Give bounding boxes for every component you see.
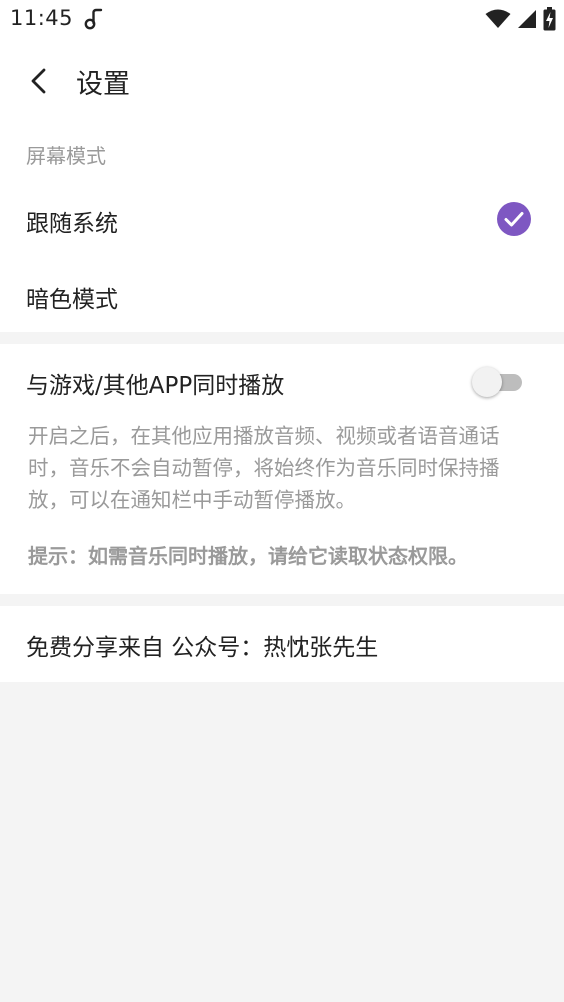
option-label: 跟随系统 [26, 211, 118, 237]
share-section[interactable]: 免费分享来自 公众号：热忱张先生 [0, 606, 564, 682]
cellular-signal-icon [518, 10, 536, 28]
check-circle-icon [497, 202, 531, 236]
option-dark-mode[interactable]: 暗色模式 [0, 260, 564, 330]
toggle-thumb [472, 367, 502, 397]
option-label: 暗色模式 [26, 287, 118, 313]
play-with-others-toggle[interactable] [472, 366, 522, 398]
status-icons [485, 7, 556, 31]
play-with-others-hint: 提示：如需音乐同时播放，请给它读取状态权限。 [28, 544, 468, 568]
battery-charging-icon [543, 7, 556, 31]
page-title: 设置 [76, 69, 130, 100]
status-time: 11:45 [10, 6, 74, 30]
play-with-others-label: 与游戏/其他APP同时播放 [26, 373, 285, 399]
share-text: 免费分享来自 公众号：热忱张先生 [26, 635, 379, 661]
play-with-others-section: 与游戏/其他APP同时播放 开启之后，在其他应用播放音频、视频或者语音通话时，音… [0, 344, 564, 594]
status-bar: 11:45 [0, 0, 564, 40]
music-note-icon [84, 8, 103, 30]
wifi-icon [485, 9, 511, 28]
app-bar: 设置 [0, 40, 564, 126]
back-arrow-icon[interactable] [24, 66, 54, 96]
play-with-others-description: 开启之后，在其他应用播放音频、视频或者语音通话时，音乐不会自动暂停，将始终作为音… [28, 424, 500, 512]
section-title-screen-mode: 屏幕模式 [26, 144, 106, 168]
screen-mode-section: 屏幕模式 跟随系统 暗色模式 [0, 126, 564, 332]
option-follow-system[interactable]: 跟随系统 [0, 184, 564, 254]
